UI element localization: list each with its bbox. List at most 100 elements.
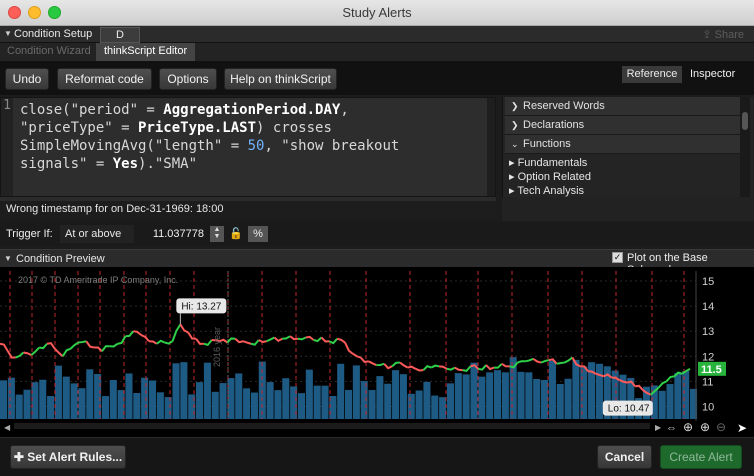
volume-bar [7, 377, 15, 419]
y-tick-label: 11 [702, 376, 713, 388]
plot-base-subgraph-checkbox[interactable]: ✓ [612, 252, 623, 263]
options-button[interactable]: Options [159, 68, 217, 90]
code-keyword: AggregationPeriod.DAY [163, 102, 341, 118]
ref-item-label: Option Related [517, 171, 591, 183]
set-alert-rules-label: Set Alert Rules... [27, 450, 123, 464]
volume-bar [572, 359, 580, 419]
ref-functions[interactable]: ⌄ Functions [505, 135, 741, 154]
hi-label: Hi: 13.27 [181, 301, 221, 312]
chart-scrollbar[interactable] [14, 423, 650, 429]
ref-declarations[interactable]: ❯ Declarations [505, 116, 741, 135]
help-thinkscript-button[interactable]: Help on thinkScript [224, 68, 337, 90]
reformat-code-button[interactable]: Reformat code [57, 68, 152, 90]
share-icon: ⇪ [702, 29, 712, 41]
trigger-value-input[interactable]: 11.037778 [136, 225, 208, 243]
volume-bar [235, 373, 243, 419]
editor-scrollbar[interactable] [487, 98, 495, 196]
tab-thinkscript-editor[interactable]: thinkScript Editor [96, 43, 196, 61]
volume-bar [674, 372, 682, 419]
volume-bar [148, 380, 157, 419]
timestamp-warning: Wrong timestamp for on Dec-31-1969: 18:0… [0, 201, 496, 218]
code-text[interactable]: close("period" = AggregationPeriod.DAY, … [20, 101, 488, 173]
volume-bar [415, 390, 423, 419]
volume-bar [180, 362, 188, 419]
ref-item-fundamentals[interactable]: ▸ Fundamentals [509, 156, 587, 169]
y-tick-label: 15 [702, 276, 714, 288]
price-chart[interactable]: 2017 © TD Ameritrade IP Company, Inc. 20… [0, 267, 754, 437]
ref-item-label: Fundamentals [517, 157, 588, 169]
volume-bar [266, 382, 274, 419]
code-segment: )."SMA" [138, 156, 198, 172]
scroll-right-icon[interactable]: ▶ [655, 423, 662, 432]
price-segment [6, 350, 16, 359]
cursor-icon[interactable]: ➤ [737, 421, 747, 435]
price-segment [305, 335, 315, 341]
create-alert-button[interactable]: Create Alert [660, 445, 742, 469]
reference-scroll-thumb[interactable] [742, 112, 748, 130]
price-segment [525, 357, 534, 363]
price-segment [407, 365, 417, 370]
volume-bar [133, 392, 141, 419]
y-tick-label: 14 [702, 301, 714, 313]
chevron-right-icon: ❯ [511, 120, 519, 130]
ref-item-option-related[interactable]: ▸ Option Related [509, 170, 591, 183]
price-segment [23, 351, 32, 356]
price-segment [485, 364, 495, 371]
price-segment [422, 364, 432, 371]
ref-reserved-words[interactable]: ❯ Reserved Words [505, 97, 741, 116]
price-segment [462, 365, 472, 372]
value-stepper[interactable]: ▲ ▼ [210, 226, 224, 242]
volume-bar [141, 377, 149, 419]
inspector-tab[interactable]: Inspector [690, 66, 735, 83]
price-segment [336, 337, 346, 344]
zoom-in-icon[interactable]: ⊕ [700, 420, 710, 434]
tab-condition-wizard[interactable]: Condition Wizard [7, 45, 91, 57]
volume-bar [368, 390, 376, 419]
volume-bar [462, 374, 470, 419]
trigger-condition-select[interactable]: At or above [60, 225, 134, 243]
set-alert-rules-button[interactable]: ✚ Set Alert Rules... [10, 445, 126, 469]
code-editor[interactable]: 1 close("period" = AggregationPeriod.DAY… [0, 97, 496, 197]
pan-arrows-icon[interactable]: ⇔ [666, 422, 677, 434]
volume-bar [196, 382, 204, 419]
volume-bar [564, 378, 572, 419]
volume-bar [282, 378, 290, 419]
scroll-left-icon[interactable]: ◀ [4, 423, 11, 432]
share-button[interactable]: ⇪ Share [702, 28, 744, 41]
tab-d[interactable]: D [100, 27, 140, 43]
price-segment [430, 364, 440, 369]
y-tick-label: 12 [702, 351, 714, 363]
window-title: Study Alerts [342, 5, 412, 20]
lock-icon[interactable]: 🔓 [229, 227, 243, 240]
ref-item-tech-analysis[interactable]: ▸ Tech Analysis [509, 184, 584, 197]
undo-button[interactable]: Undo [5, 68, 49, 90]
price-segment [234, 337, 244, 344]
line-number: 1 [1, 98, 13, 196]
volume-bar [384, 383, 392, 419]
plus-icon: ✚ [13, 450, 28, 464]
volume-bar [595, 363, 603, 419]
volume-bar [15, 394, 23, 419]
volume-bar [156, 392, 164, 419]
price-segment [376, 362, 385, 367]
price-segment [454, 366, 463, 372]
volume-bar [62, 376, 70, 419]
volume-bar [345, 389, 353, 419]
volume-bar [407, 393, 415, 419]
price-segment [61, 347, 71, 357]
volume-bar [478, 376, 486, 419]
zoom-out-icon[interactable]: ⊖ [716, 420, 726, 434]
price-segment [250, 339, 260, 346]
price-segment [532, 357, 542, 364]
crosshair-icon[interactable]: ⊕ [683, 420, 693, 434]
reference-tab[interactable]: Reference [622, 66, 682, 83]
price-segment [368, 360, 377, 366]
price-segment [391, 361, 400, 368]
price-segment [187, 331, 197, 340]
price-segment [266, 336, 275, 343]
share-label: Share [714, 29, 744, 41]
cancel-button[interactable]: Cancel [597, 445, 652, 469]
volume-bar [454, 373, 462, 419]
percent-toggle[interactable]: % [248, 226, 268, 242]
price-segment [226, 337, 236, 344]
